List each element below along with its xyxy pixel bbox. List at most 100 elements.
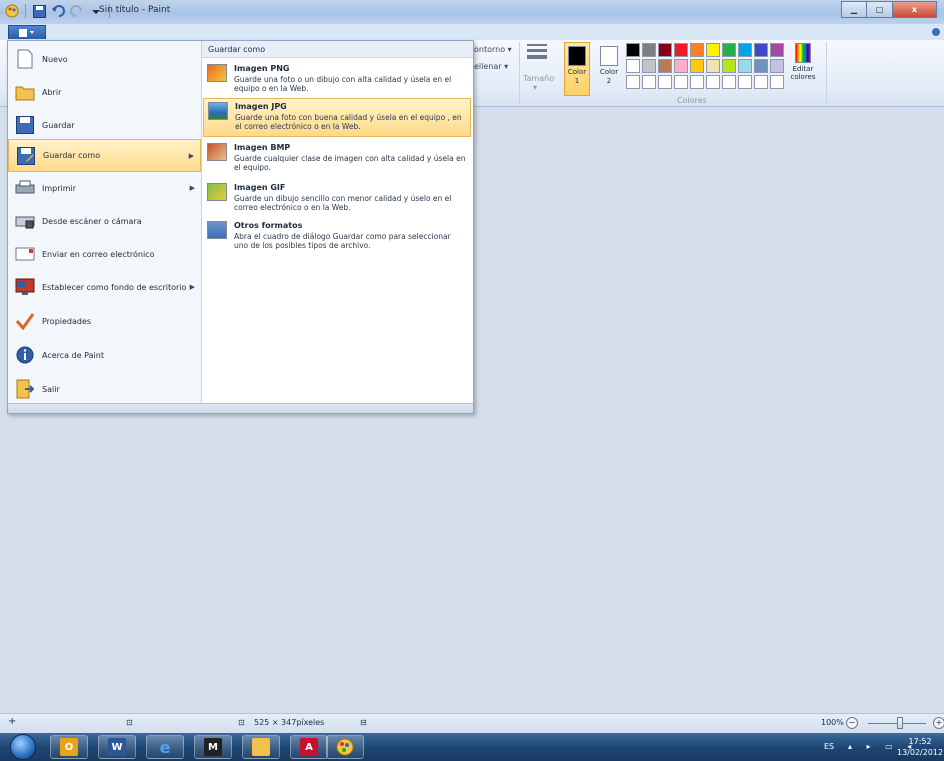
menu-item-label: Establecer como fondo de escritorio (42, 282, 187, 292)
menu-item-about[interactable]: Acerca de Paint (8, 339, 201, 371)
zoom-slider-thumb[interactable] (897, 717, 903, 729)
chevron-right-icon: ▶ (189, 184, 195, 192)
palette-swatch-25[interactable] (706, 75, 720, 89)
save-as-submenu: Guardar como Imagen PNG Guarde una foto … (201, 41, 473, 403)
color1-button[interactable]: Color 1 (564, 42, 590, 96)
menu-item-desktop-background[interactable]: Establecer como fondo de escritorio ▶ (8, 271, 201, 303)
zoom-out-button[interactable]: − (846, 717, 858, 729)
size-lines-icon[interactable] (527, 44, 547, 62)
language-indicator[interactable]: ES (824, 742, 834, 751)
palette-swatch-11[interactable] (642, 59, 656, 73)
edit-colors-button[interactable]: Editar colores (785, 43, 821, 81)
help-icon[interactable] (932, 28, 940, 36)
start-button[interactable] (10, 734, 36, 760)
palette-swatch-16[interactable] (722, 59, 736, 73)
undo-icon[interactable] (50, 3, 66, 19)
palette-swatch-13[interactable] (674, 59, 688, 73)
option-title: Otros formatos (234, 221, 303, 230)
taskbar-explorer[interactable] (242, 735, 280, 759)
save-as-icon (15, 145, 37, 167)
time: 17:52 (908, 737, 932, 746)
zoom-in-button[interactable]: + (933, 717, 944, 729)
palette-swatch-19[interactable] (770, 59, 784, 73)
save-as-gif[interactable]: Imagen GIF Guarde un dibujo sencillo con… (203, 180, 471, 219)
menu-item-exit[interactable]: Salir (8, 373, 201, 405)
palette-swatch-24[interactable] (690, 75, 704, 89)
save-icon[interactable] (31, 3, 47, 19)
palette-swatch-3[interactable] (674, 43, 688, 57)
palette-swatch-10[interactable] (626, 59, 640, 73)
png-image-icon (207, 64, 227, 82)
clock[interactable]: 17:52 13/02/2012 (897, 736, 943, 758)
taskbar-media-app[interactable]: M (194, 735, 232, 759)
palette-swatch-17[interactable] (738, 59, 752, 73)
selection-size-icon: ⊡ (126, 718, 133, 727)
menu-item-label: Guardar (42, 120, 75, 130)
color1-label: Color 1 (567, 68, 587, 85)
palette-swatch-7[interactable] (738, 43, 752, 57)
close-button[interactable]: x (893, 1, 937, 18)
color-palette (626, 43, 784, 89)
palette-swatch-29[interactable] (770, 75, 784, 89)
image-dimensions: 525 × 347píxeles (254, 718, 325, 727)
fill-dropdown[interactable]: ellenar ▾ (474, 62, 508, 71)
taskbar-acrobat[interactable]: A (290, 735, 328, 759)
checkmark-icon (14, 310, 36, 332)
chevron-right-icon: ▶ (189, 283, 195, 291)
palette-swatch-26[interactable] (722, 75, 736, 89)
taskbar-internet-explorer[interactable]: e (146, 735, 184, 759)
menu-item-label: Acerca de Paint (42, 350, 104, 360)
email-icon (14, 243, 36, 265)
menu-item-label: Salir (42, 384, 60, 394)
palette-swatch-2[interactable] (658, 43, 672, 57)
menu-item-new[interactable]: Nuevo (8, 43, 201, 75)
menu-item-save-as[interactable]: Guardar como ▶ (8, 139, 201, 172)
palette-swatch-22[interactable] (658, 75, 672, 89)
palette-swatch-12[interactable] (658, 59, 672, 73)
palette-swatch-18[interactable] (754, 59, 768, 73)
taskbar-paint[interactable] (326, 735, 364, 759)
palette-swatch-6[interactable] (722, 43, 736, 57)
palette-swatch-14[interactable] (690, 59, 704, 73)
menu-item-save[interactable]: Guardar (8, 109, 201, 141)
save-as-bmp[interactable]: Imagen BMP Guarde cualquier clase de ima… (203, 140, 471, 179)
chevron-right-icon: ▶ (188, 151, 194, 160)
palette-swatch-5[interactable] (706, 43, 720, 57)
palette-swatch-1[interactable] (642, 43, 656, 57)
menu-item-print[interactable]: Imprimir ▶ (8, 172, 201, 204)
file-menu-footer (8, 403, 473, 413)
palette-swatch-20[interactable] (626, 75, 640, 89)
menu-item-email[interactable]: Enviar en correo electrónico (8, 238, 201, 270)
outline-dropdown[interactable]: ontorno ▾ (474, 45, 512, 54)
color2-label: Color 2 (599, 68, 619, 85)
save-as-png[interactable]: Imagen PNG Guarde una foto o un dibujo c… (203, 61, 471, 100)
rainbow-icon (795, 43, 811, 63)
size-button-label[interactable]: Tamaño (523, 74, 554, 83)
redo-icon[interactable] (69, 3, 85, 19)
palette-swatch-27[interactable] (738, 75, 752, 89)
menu-item-scanner[interactable]: Desde escáner o cámara (8, 205, 201, 237)
palette-swatch-21[interactable] (642, 75, 656, 89)
save-as-other-formats[interactable]: Otros formatos Abra el cuadro de diálogo… (203, 218, 471, 257)
title-bar: Sin título - Paint ▁ □ x (0, 0, 944, 24)
palette-swatch-0[interactable] (626, 43, 640, 57)
menu-item-properties[interactable]: Propiedades (8, 305, 201, 337)
palette-swatch-23[interactable] (674, 75, 688, 89)
taskbar-outlook[interactable]: O (50, 735, 88, 759)
save-as-jpg[interactable]: Imagen JPG Guarde una foto con buena cal… (203, 98, 471, 137)
color2-button[interactable]: Color 2 (596, 42, 622, 96)
menu-item-open[interactable]: Abrir (8, 76, 201, 108)
window-title: Sin título - Paint (99, 5, 171, 15)
palette-swatch-28[interactable] (754, 75, 768, 89)
menu-item-label: Desde escáner o cámara (42, 216, 142, 226)
paint-menu-button[interactable] (8, 25, 46, 39)
taskbar-word[interactable]: W (98, 735, 136, 759)
palette-swatch-15[interactable] (706, 59, 720, 73)
option-title: Imagen GIF (234, 183, 286, 192)
palette-swatch-9[interactable] (770, 43, 784, 57)
minimize-button[interactable]: ▁ (841, 1, 867, 18)
palette-swatch-4[interactable] (690, 43, 704, 57)
maximize-button[interactable]: □ (867, 1, 893, 18)
palette-swatch-8[interactable] (754, 43, 768, 57)
outlook-icon: O (60, 738, 78, 756)
